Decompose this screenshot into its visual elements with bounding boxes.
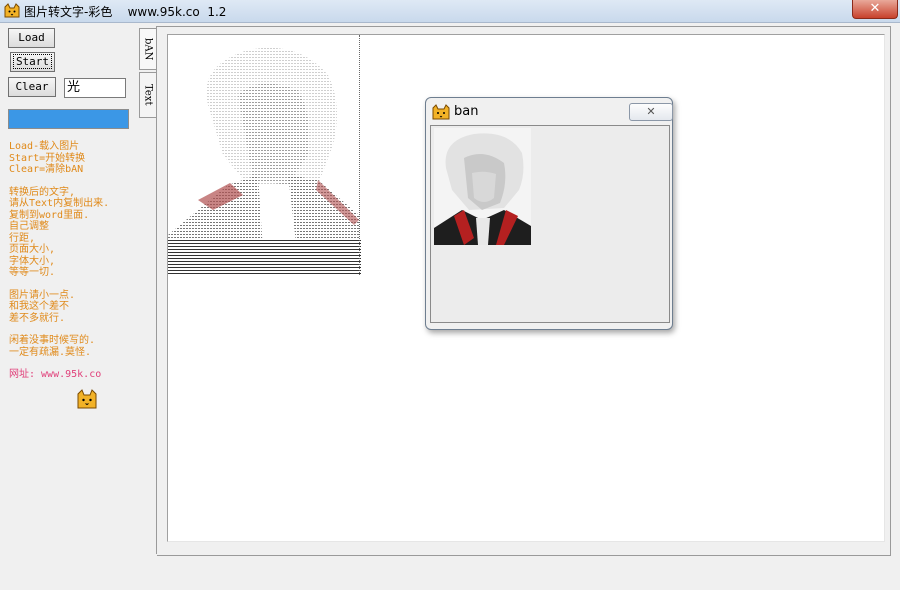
progress-bar xyxy=(8,109,129,129)
picture-dialog[interactable]: ban ✕ xyxy=(425,97,673,330)
help-line: 一定有疏漏.莫怪. xyxy=(9,346,92,358)
dialog-picture-area xyxy=(430,125,670,323)
website-url: 网址: www.95k.co xyxy=(9,369,102,380)
clear-button-label: Clear xyxy=(15,80,49,93)
dialog-close-button[interactable]: ✕ xyxy=(629,103,673,121)
help-line: Load-载入图片 xyxy=(9,141,80,152)
cat-face-icon xyxy=(4,3,20,18)
tab-ban-label: bAN xyxy=(142,37,154,61)
progress-fill xyxy=(9,110,128,128)
close-icon: ✕ xyxy=(646,105,656,118)
ascii-art-picture xyxy=(168,47,361,275)
clear-button[interactable]: Clear xyxy=(8,77,56,97)
help-line: Start=开始转换 xyxy=(9,152,86,164)
help-line: 请从Text内复制出来. xyxy=(9,198,110,209)
load-button-label: Load xyxy=(18,31,45,44)
window-title: 图片转文字-彩色 www.95k.co 1.2 xyxy=(24,5,227,19)
close-icon: ✕ xyxy=(869,1,881,16)
help-line: 转换后的文字, xyxy=(9,186,76,198)
help-line: 行距, xyxy=(9,232,36,244)
loaded-picture xyxy=(434,128,531,245)
help-line: 图片请小一点. xyxy=(9,289,76,301)
tab-text[interactable]: Text xyxy=(139,72,156,118)
help-line: Clear=清除bAN xyxy=(9,164,84,175)
title-bar: 图片转文字-彩色 www.95k.co 1.2 ✕ xyxy=(0,0,900,23)
cat-face-icon xyxy=(432,104,450,120)
dialog-title-bar[interactable]: ban ✕ xyxy=(432,103,673,123)
help-line: 等等一切. xyxy=(9,267,56,278)
load-button[interactable]: Load xyxy=(8,28,55,48)
help-line: 和我这个差不 xyxy=(9,301,69,312)
cat-face-icon xyxy=(77,389,97,409)
tab-text-label: Text xyxy=(142,84,154,106)
help-line: 闲着没事时候写的. xyxy=(9,335,96,346)
start-button[interactable]: Start xyxy=(10,52,55,72)
start-button-label: Start xyxy=(12,54,53,69)
ascii-art-edge xyxy=(359,35,361,275)
help-line: 复制到word里面. xyxy=(9,209,90,221)
help-line: 差不多就行. xyxy=(9,312,66,324)
char-input[interactable]: 光 xyxy=(64,78,126,98)
tab-strip-divider xyxy=(156,26,157,554)
help-line: 自己调整 xyxy=(9,221,49,232)
converted-ascii-image xyxy=(168,35,361,275)
dialog-title: ban xyxy=(454,104,479,119)
window-close-button[interactable]: ✕ xyxy=(852,0,898,19)
tab-ban[interactable]: bAN xyxy=(139,28,156,70)
help-line: 字体大小, xyxy=(9,255,56,267)
help-line: 页面大小, xyxy=(9,244,56,255)
help-text: Load-载入图片 Start=开始转换 Clear=清除bAN 转换后的文字,… xyxy=(9,141,149,381)
